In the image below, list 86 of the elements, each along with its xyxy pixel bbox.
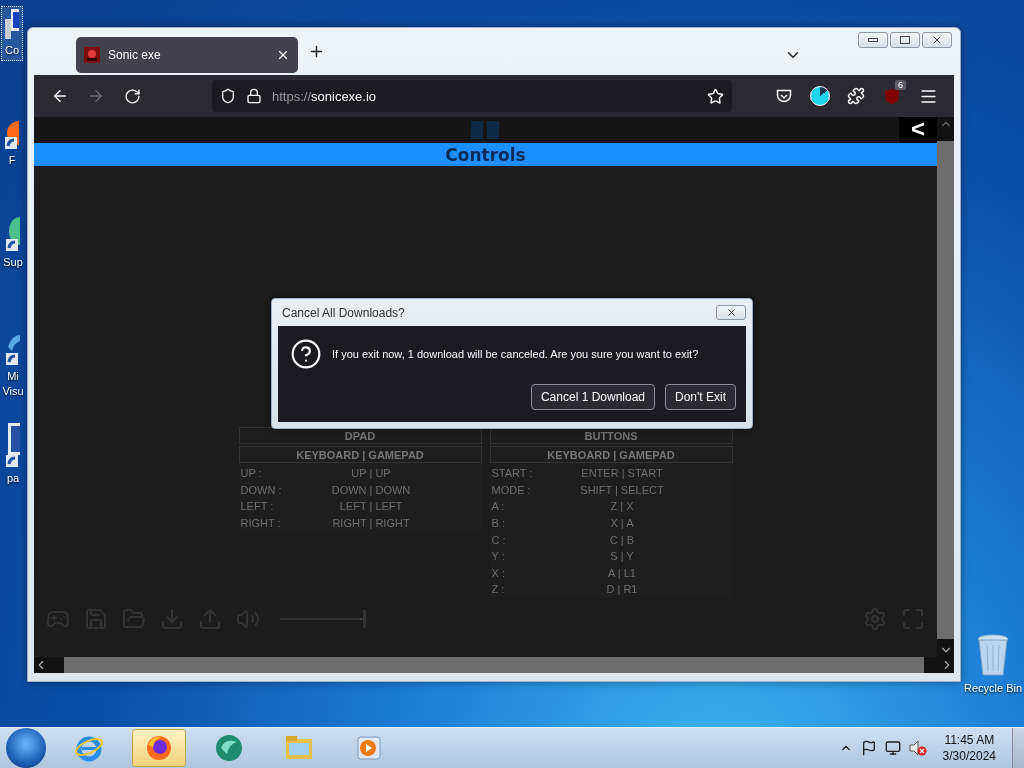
desktop-shortcut[interactable]: Mi Visu xyxy=(0,330,26,402)
key-binding: LEFT | LEFT xyxy=(339,500,403,513)
control-name: RIGHT : xyxy=(240,517,282,530)
fox-globe-icon xyxy=(144,733,174,763)
count-badge: 6 xyxy=(895,80,906,90)
collapse-button[interactable]: < xyxy=(899,117,937,143)
desktop-shortcut[interactable]: F xyxy=(3,116,21,171)
key-binding: DOWN | DOWN xyxy=(331,483,411,496)
control-name: LEFT : xyxy=(240,500,275,513)
start-button[interactable] xyxy=(6,728,46,768)
desktop-icon-label[interactable]: Co xyxy=(2,43,22,58)
key-binding: X | A xyxy=(610,517,634,530)
dialog-message: If you exit now, 1 download will be canceled. Are you sure you want to exit? xyxy=(332,348,699,360)
desktop-shortcut[interactable]: Recycle Bin xyxy=(963,630,1023,699)
control-name: UP : xyxy=(240,467,263,480)
shield-icon xyxy=(884,87,900,105)
key-binding: A | L1 xyxy=(608,566,636,579)
maximize-button[interactable] xyxy=(890,32,920,48)
close-button[interactable] xyxy=(922,32,952,48)
puzzle-icon xyxy=(847,87,865,105)
new-tab-button[interactable] xyxy=(308,43,325,60)
pocket-icon xyxy=(776,88,792,104)
dialog-title: Cancel All Downloads? xyxy=(282,305,405,320)
favicon xyxy=(84,46,100,63)
muted-speaker-icon[interactable] xyxy=(908,740,927,756)
key-binding: C | B xyxy=(609,533,635,546)
url-text: https://sonicexe.io xyxy=(272,88,378,104)
desktop-shortcut[interactable]: Co xyxy=(1,6,23,61)
control-name: C : xyxy=(491,533,507,546)
key-binding: S | Y xyxy=(610,550,634,563)
desktop-shortcut[interactable]: pa xyxy=(3,420,23,489)
desktop-icon-label[interactable]: Mi Visu xyxy=(1,369,25,399)
desktop-icon-label[interactable]: pa xyxy=(4,471,22,486)
document-icon xyxy=(6,423,20,467)
desktop-icon-label[interactable]: Recycle Bin xyxy=(964,681,1022,696)
desktop-shortcut[interactable]: Sup xyxy=(0,214,26,273)
key-binding: D | R1 xyxy=(606,583,638,596)
control-name: DOWN : xyxy=(240,483,283,496)
table-header: KEYBOARD | GAMEPAD xyxy=(489,446,733,463)
key-binding: SHIFT | SELECT xyxy=(580,483,664,496)
control-name: MODE : xyxy=(491,483,532,496)
reload-icon xyxy=(123,87,141,105)
desktop-icon-label[interactable]: Sup xyxy=(1,255,25,270)
forward-arrow-icon xyxy=(87,87,105,105)
control-name: B : xyxy=(491,517,506,530)
table-header: KEYBOARD | GAMEPAD xyxy=(238,446,482,463)
control-name: Z : xyxy=(491,583,506,596)
control-name: Y : xyxy=(491,550,506,563)
control-name: X : xyxy=(491,566,506,579)
network-icon[interactable] xyxy=(884,740,901,756)
dialog-button[interactable]: Don't Exit xyxy=(665,384,736,410)
close-icon xyxy=(725,307,737,318)
bookmark-star-icon[interactable] xyxy=(707,87,724,105)
plus-icon xyxy=(308,43,325,60)
clock-time: 11:45 AM xyxy=(944,732,995,748)
swirl-icon xyxy=(213,732,245,764)
desktop-icon-label[interactable]: F xyxy=(4,153,20,168)
key-binding: Z | X xyxy=(610,500,634,513)
question-icon xyxy=(290,338,322,370)
recycle-bin-icon xyxy=(975,633,1011,677)
lock-icon xyxy=(246,88,262,104)
computer-icon xyxy=(5,9,19,39)
play-icon xyxy=(355,734,383,762)
key-binding: ENTER | START xyxy=(581,467,663,480)
dialog-button[interactable]: Cancel 1 Download xyxy=(530,384,655,410)
minimize-icon xyxy=(868,38,878,42)
fox-globe-icon xyxy=(5,119,19,149)
globe-icon xyxy=(6,217,20,251)
key-binding: RIGHT | RIGHT xyxy=(332,517,410,530)
control-name: A : xyxy=(491,500,506,513)
clock-date: 3/30/2024 xyxy=(942,748,996,764)
page-title: Controls xyxy=(445,144,526,165)
control-name: START : xyxy=(491,467,534,480)
address-bar[interactable]: https://sonicexe.io xyxy=(212,80,732,112)
avatar-icon xyxy=(810,86,830,106)
flag-icon[interactable] xyxy=(860,740,877,756)
minimize-button[interactable] xyxy=(858,32,888,48)
close-icon xyxy=(931,34,943,46)
key-binding: UP | UP xyxy=(351,467,391,480)
shield-extension-button[interactable]: 6 xyxy=(876,80,908,112)
taskbar-app[interactable] xyxy=(132,729,186,767)
browser-tab[interactable]: Sonic exe xyxy=(76,36,298,73)
maximize-icon xyxy=(900,36,910,44)
swirl-icon xyxy=(6,333,20,365)
shield-icon xyxy=(220,88,236,104)
show-desktop-button[interactable] xyxy=(1012,728,1024,768)
